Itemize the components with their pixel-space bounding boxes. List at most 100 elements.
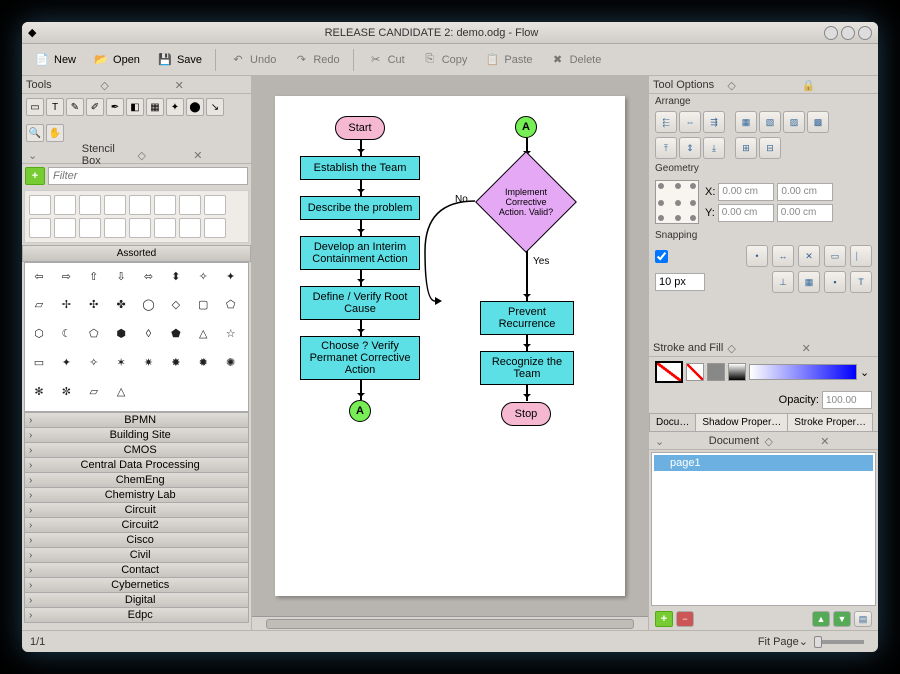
flowchart-process-5[interactable]: Choose ? Verify Permanet Corrective Acti… [300, 336, 420, 380]
page-props-button[interactable]: ▤ [854, 611, 872, 627]
snap-distance-input[interactable] [655, 273, 705, 291]
move-up-button[interactable]: ▲ [812, 611, 830, 627]
collection-item[interactable] [154, 218, 176, 238]
flow-arrow[interactable] [526, 385, 528, 401]
shape-item[interactable]: ◯ [139, 296, 159, 314]
tool-calligraphy[interactable]: ✒ [106, 98, 124, 116]
tool-effects[interactable]: ✦ [166, 98, 184, 116]
panel-close-icon[interactable]: ✕ [193, 149, 247, 161]
ungroup-button[interactable]: ⊟ [759, 137, 781, 159]
zoom-slider[interactable] [814, 640, 864, 644]
align-top-button[interactable]: ⤒ [655, 137, 677, 159]
snap-ortho-button[interactable]: ⊥ [772, 271, 794, 293]
shape-item[interactable]: ✸ [166, 353, 186, 371]
new-button[interactable]: 📄New [26, 47, 83, 73]
save-button[interactable]: 💾Save [149, 47, 209, 73]
flowchart-connector-a[interactable]: A [349, 400, 371, 422]
shape-item[interactable]: ✢ [56, 296, 76, 314]
shape-item[interactable]: ◇ [166, 296, 186, 314]
flow-curve-no[interactable] [420, 196, 480, 306]
opacity-input[interactable] [822, 391, 872, 409]
cut-button[interactable]: ✂Cut [360, 47, 412, 73]
shape-item[interactable]: △ [111, 382, 131, 400]
color-slider[interactable] [749, 364, 857, 380]
flowchart-process-1[interactable]: Establish the Team [300, 156, 420, 180]
stencil-category-item[interactable]: Circuit [24, 502, 249, 518]
close-button[interactable] [858, 26, 872, 40]
page-item[interactable]: page1 [654, 455, 873, 471]
tool-record[interactable]: ⬤ [186, 98, 204, 116]
panel-float-icon[interactable]: ◇ [138, 149, 192, 161]
chevron-down-icon[interactable]: ⌄ [799, 635, 808, 648]
snap-enable-checkbox[interactable] [655, 250, 668, 263]
shape-item[interactable]: ☾ [56, 325, 76, 343]
no-fill-button[interactable] [686, 363, 704, 381]
chevron-down-icon[interactable]: ⌄ [655, 435, 709, 447]
shape-item[interactable]: ⬢ [111, 325, 131, 343]
stencil-category-item[interactable]: Circuit2 [24, 517, 249, 533]
stencil-category-item[interactable]: Chemistry Lab [24, 487, 249, 503]
collection-item[interactable] [29, 195, 51, 215]
lock-icon[interactable]: 🔒 [802, 79, 874, 91]
flow-arrow[interactable] [360, 220, 362, 236]
tool-text[interactable]: T [46, 98, 64, 116]
stencil-category-item[interactable]: Civil [24, 547, 249, 563]
flowchart-process-4[interactable]: Define / Verify Root Cause [300, 286, 420, 320]
shape-item[interactable]: ✶ [111, 353, 131, 371]
width-input[interactable] [777, 183, 833, 201]
y-input[interactable] [718, 204, 774, 222]
collection-item[interactable] [104, 218, 126, 238]
height-input[interactable] [777, 204, 833, 222]
tab-shadow[interactable]: Shadow Proper… [695, 413, 788, 431]
shape-item[interactable]: ☆ [221, 325, 241, 343]
flow-arrow[interactable] [360, 270, 362, 286]
fill-swatch[interactable] [655, 361, 683, 383]
collection-item[interactable] [29, 218, 51, 238]
shape-item[interactable]: ✹ [193, 353, 213, 371]
bring-front-button[interactable]: ▦ [735, 111, 757, 133]
flowchart-start[interactable]: Start [335, 116, 385, 140]
shape-item[interactable]: ⇩ [111, 267, 131, 285]
shape-item[interactable]: ▢ [193, 296, 213, 314]
panel-collapse-icon[interactable]: ◇ [100, 79, 172, 91]
collection-item[interactable] [129, 218, 151, 238]
panel-float-icon[interactable]: ◇ [765, 435, 819, 447]
collection-item[interactable] [54, 195, 76, 215]
canvas-scroll[interactable]: Start Establish the Team Describe the pr… [252, 76, 648, 616]
snap-guide-button[interactable]: ⎸ [850, 245, 872, 267]
tab-stroke[interactable]: Stroke Proper… [787, 413, 873, 431]
shape-item[interactable]: ✦ [56, 353, 76, 371]
shape-item[interactable]: △ [193, 325, 213, 343]
scrollbar-thumb[interactable] [266, 619, 634, 629]
align-middle-button[interactable]: ⇕ [679, 137, 701, 159]
stencil-category-item[interactable]: Contact [24, 562, 249, 578]
tool-pencil[interactable]: ✐ [86, 98, 104, 116]
tool-select[interactable]: ▭ [26, 98, 44, 116]
stencil-filter-input[interactable] [48, 167, 248, 185]
shape-item[interactable]: ▱ [84, 382, 104, 400]
panel-close-icon[interactable]: ✕ [820, 435, 874, 447]
document-page[interactable]: Start Establish the Team Describe the pr… [275, 96, 625, 596]
move-down-button[interactable]: ▼ [833, 611, 851, 627]
snap-grid-button[interactable]: ▦ [798, 271, 820, 293]
stencil-category-item[interactable]: Cybernetics [24, 577, 249, 593]
snap-ext-button[interactable]: ↔ [772, 245, 794, 267]
flowchart-process-7[interactable]: Recognize the Team [480, 351, 574, 385]
open-button[interactable]: 📂Open [85, 47, 147, 73]
align-right-button[interactable]: ⇶ [703, 111, 725, 133]
add-page-button[interactable]: + [655, 611, 673, 627]
shape-item[interactable]: ✣ [84, 296, 104, 314]
undo-button[interactable]: ↶Undo [222, 47, 283, 73]
flowchart-process-6[interactable]: Prevent Recurrence [480, 301, 574, 335]
panel-float-icon[interactable]: ◇ [727, 79, 799, 91]
shape-item[interactable]: ✷ [139, 353, 159, 371]
remove-page-button[interactable]: − [676, 611, 694, 627]
align-bottom-button[interactable]: ⤓ [703, 137, 725, 159]
tool-path[interactable]: ✎ [66, 98, 84, 116]
collection-item[interactable] [79, 195, 101, 215]
align-left-button[interactable]: ⬱ [655, 111, 677, 133]
shape-item[interactable]: ⬡ [29, 325, 49, 343]
snap-bbox-button[interactable]: ▭ [824, 245, 846, 267]
collection-item[interactable] [104, 195, 126, 215]
collection-item[interactable] [154, 195, 176, 215]
